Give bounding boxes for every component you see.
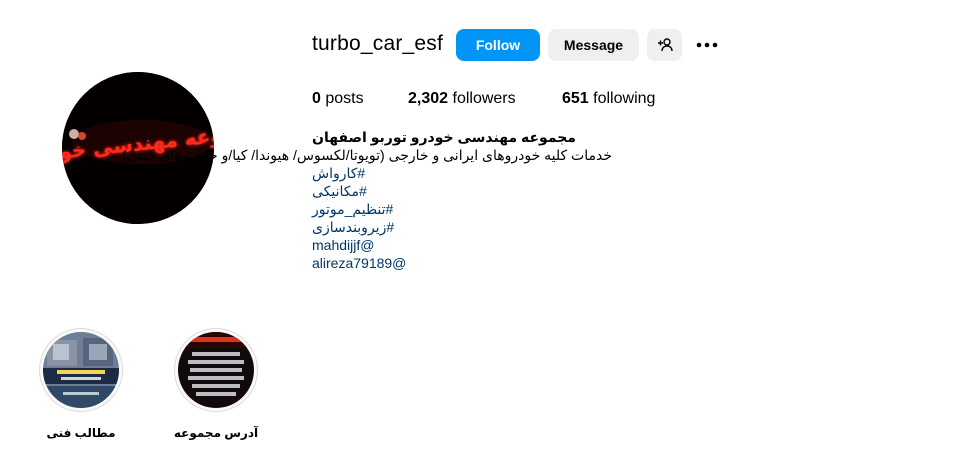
highlight-label: آدرس مجموعه [173, 426, 259, 440]
follow-button[interactable]: Follow [456, 29, 540, 61]
followers-stat[interactable]: 2,302 followers [408, 89, 516, 109]
bio-description: خدمات کلیه خودروهای ایرانی و خارجی (تویو… [122, 147, 612, 163]
hashtag-link[interactable]: #زیروبندسازی [312, 218, 612, 236]
posts-label: posts [325, 90, 364, 107]
more-options-button[interactable] [692, 29, 722, 61]
more-options-icon [696, 42, 718, 48]
following-stat[interactable]: 651 following [562, 89, 655, 109]
hashtag-link[interactable]: #مکانیکی [312, 182, 612, 200]
profile-bio: مجموعه مهندسی خودرو توربو اصفهان خدمات ک… [122, 128, 612, 272]
highlight-cover-ring [39, 328, 123, 412]
highlight-cover-ring [174, 328, 258, 412]
mention-link[interactable]: mahdijjf@ [312, 236, 612, 254]
message-button[interactable]: Message [548, 29, 639, 61]
profile-full-name: مجموعه مهندسی خودرو توربو اصفهان [312, 129, 576, 145]
add-person-icon [657, 38, 673, 52]
following-label: following [593, 90, 656, 107]
posts-stat: 0 posts [312, 89, 364, 109]
story-highlight-address[interactable]: آدرس مجموعه [171, 328, 261, 440]
highlight-label: مطالب فنی [46, 426, 116, 440]
story-highlight-technical[interactable]: مطالب فنی [36, 328, 126, 440]
following-count: 651 [562, 90, 589, 107]
suggested-accounts-button[interactable] [647, 29, 682, 61]
profile-username: turbo_car_esf [312, 32, 444, 55]
hashtag-link[interactable]: #کارواش [312, 164, 612, 182]
mention-link[interactable]: alireza79189@ [312, 254, 612, 272]
followers-count: 2,302 [408, 90, 449, 107]
highlight-cover-image [178, 332, 254, 408]
posts-count: 0 [312, 90, 321, 107]
hashtag-link[interactable]: #تنظیم_موتور [312, 200, 612, 218]
highlight-cover-image [43, 332, 119, 408]
followers-label: followers [452, 90, 516, 107]
